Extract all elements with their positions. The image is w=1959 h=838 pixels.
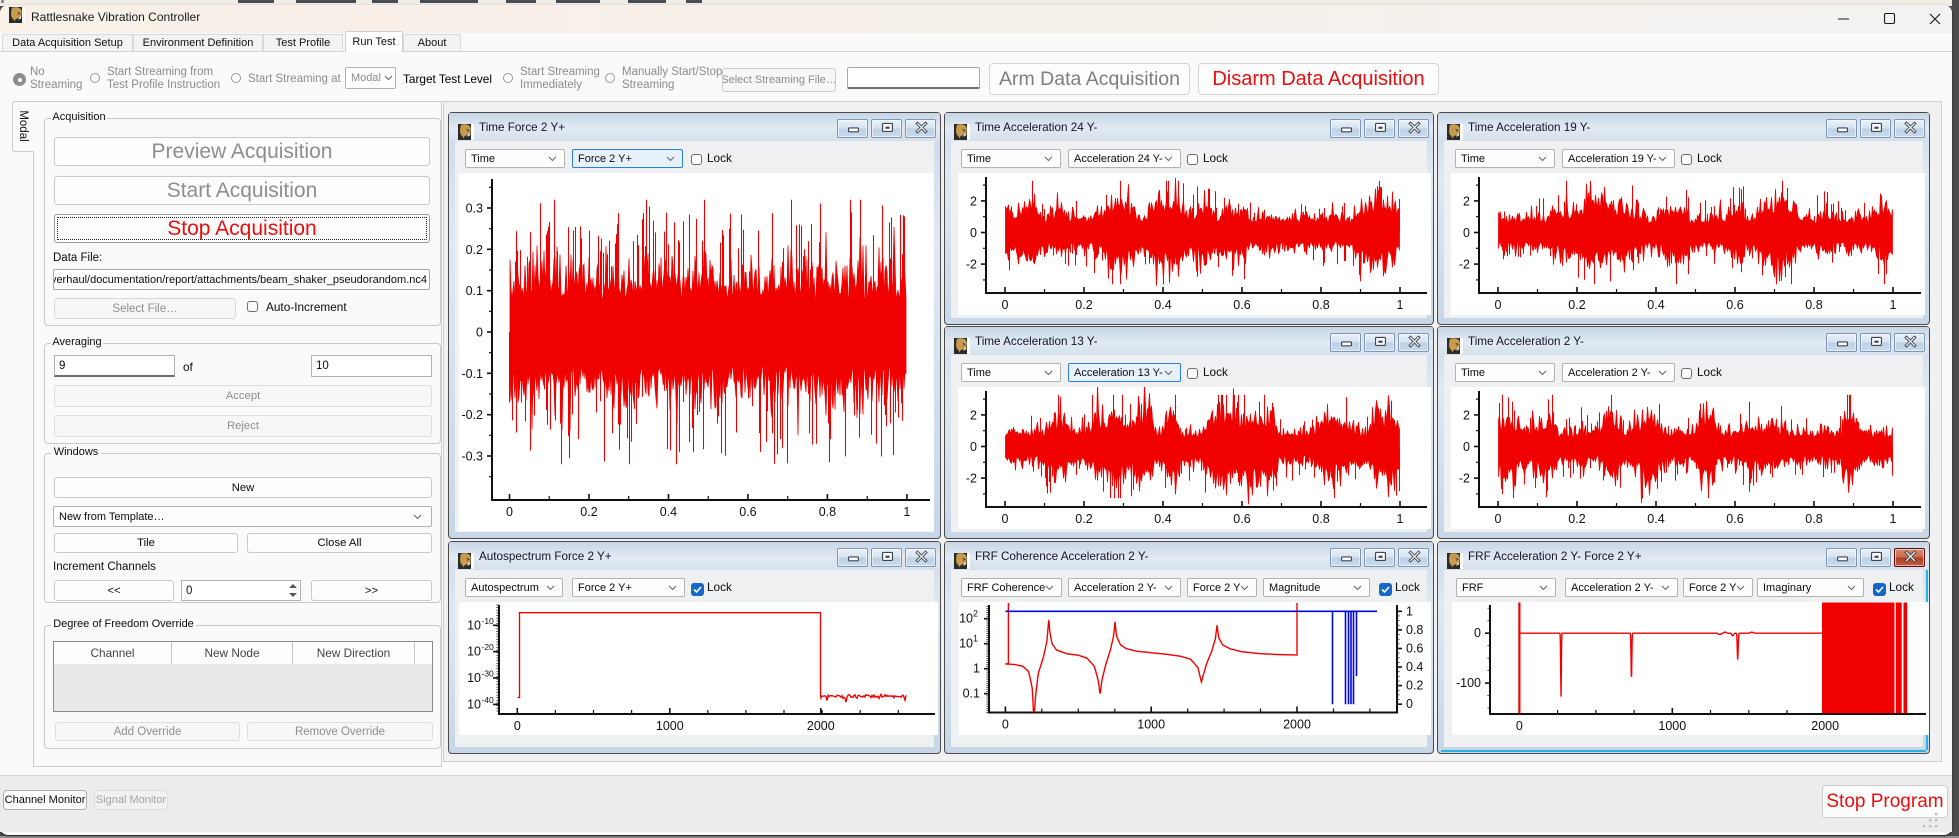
svg-text:-2: -2 (1459, 472, 1470, 486)
svg-text:0.6: 0.6 (1726, 298, 1743, 312)
svg-text:0.1: 0.1 (466, 284, 483, 298)
svg-text:0: 0 (1002, 718, 1009, 732)
svg-text:0.6: 0.6 (1233, 512, 1250, 526)
svg-text:1: 1 (1890, 298, 1897, 312)
svg-text:1: 1 (1406, 604, 1413, 618)
svg-text:0.6: 0.6 (1726, 512, 1743, 526)
svg-text:0.2: 0.2 (580, 505, 597, 519)
svg-text:0.8: 0.8 (819, 505, 836, 519)
svg-text:2: 2 (970, 408, 977, 422)
svg-text:2: 2 (970, 194, 977, 208)
svg-text:0: 0 (1474, 626, 1481, 640)
svg-text:0: 0 (1495, 512, 1502, 526)
svg-text:0.2: 0.2 (1568, 512, 1585, 526)
svg-text:-2: -2 (1459, 258, 1470, 272)
svg-text:0.8: 0.8 (1312, 298, 1329, 312)
svg-text:-0.1: -0.1 (461, 367, 483, 381)
svg-text:0.8: 0.8 (1805, 512, 1822, 526)
svg-text:1: 1 (1397, 298, 1404, 312)
svg-text:10: 10 (959, 637, 973, 651)
svg-text:0: 0 (506, 505, 513, 519)
svg-text:0.8: 0.8 (1805, 298, 1822, 312)
svg-text:2: 2 (973, 609, 978, 619)
svg-text:-20: -20 (482, 642, 495, 652)
svg-text:0.3: 0.3 (466, 202, 483, 216)
svg-text:1000: 1000 (656, 719, 684, 733)
svg-text:10: 10 (467, 671, 481, 685)
svg-text:0: 0 (970, 440, 977, 454)
svg-text:0: 0 (1002, 298, 1009, 312)
svg-text:-0.2: -0.2 (461, 408, 483, 422)
svg-text:10: 10 (467, 645, 481, 659)
svg-text:-2: -2 (966, 472, 977, 486)
svg-text:1: 1 (903, 505, 910, 519)
svg-text:-30: -30 (482, 668, 495, 678)
svg-text:2: 2 (1463, 194, 1470, 208)
svg-text:0.2: 0.2 (1075, 512, 1092, 526)
svg-text:10: 10 (467, 697, 481, 711)
svg-text:1: 1 (973, 634, 978, 644)
svg-text:-10: -10 (482, 616, 495, 626)
svg-text:-100: -100 (1456, 676, 1481, 690)
svg-text:-2: -2 (966, 258, 977, 272)
svg-text:2000: 2000 (1811, 719, 1839, 733)
svg-text:1000: 1000 (1137, 718, 1165, 732)
svg-text:0: 0 (1495, 298, 1502, 312)
svg-text:1: 1 (1397, 512, 1404, 526)
svg-text:10: 10 (467, 618, 481, 632)
svg-text:0.4: 0.4 (660, 505, 677, 519)
svg-text:0.2: 0.2 (466, 243, 483, 257)
svg-text:0: 0 (1002, 512, 1009, 526)
svg-text:0.4: 0.4 (1154, 512, 1171, 526)
svg-text:0.4: 0.4 (1406, 660, 1423, 674)
svg-text:0.4: 0.4 (1647, 512, 1664, 526)
svg-text:2000: 2000 (807, 719, 835, 733)
svg-text:0.4: 0.4 (1647, 298, 1664, 312)
svg-text:1: 1 (973, 662, 980, 676)
svg-text:0.6: 0.6 (1406, 641, 1423, 655)
svg-text:0: 0 (1516, 719, 1523, 733)
svg-text:-0.3: -0.3 (461, 449, 483, 463)
svg-text:0.8: 0.8 (1406, 623, 1423, 637)
svg-text:10: 10 (959, 612, 973, 626)
svg-text:0.4: 0.4 (1154, 298, 1171, 312)
svg-text:0.8: 0.8 (1312, 512, 1329, 526)
svg-text:0.6: 0.6 (739, 505, 756, 519)
svg-text:0.2: 0.2 (1406, 679, 1423, 693)
svg-text:0.2: 0.2 (1075, 298, 1092, 312)
svg-text:0.2: 0.2 (1568, 298, 1585, 312)
svg-text:-40: -40 (482, 695, 495, 705)
svg-text:0: 0 (970, 226, 977, 240)
svg-text:0: 0 (476, 326, 483, 340)
svg-text:2: 2 (1463, 408, 1470, 422)
svg-text:1: 1 (1890, 512, 1897, 526)
svg-text:0.1: 0.1 (963, 687, 980, 701)
svg-text:0.6: 0.6 (1233, 298, 1250, 312)
svg-text:0: 0 (1463, 440, 1470, 454)
svg-text:1000: 1000 (1658, 719, 1686, 733)
svg-text:0: 0 (1406, 697, 1413, 711)
svg-text:0: 0 (514, 719, 521, 733)
svg-text:0: 0 (1463, 226, 1470, 240)
svg-text:2000: 2000 (1283, 718, 1311, 732)
